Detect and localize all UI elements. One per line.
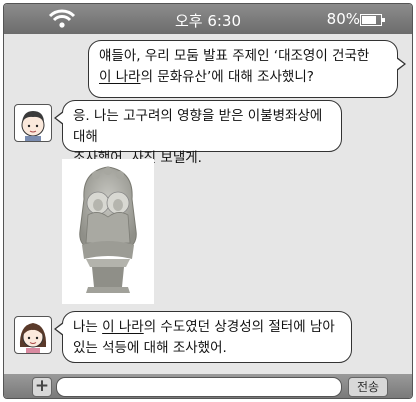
message-bubble-incoming: 응. 나는 고구려의 영향을 받은 이불병좌상에 대해 조사했어. 사진 보낼게… bbox=[54, 100, 342, 166]
underlined-term: 이 나라 bbox=[99, 69, 141, 85]
buddha-statue-photo[interactable] bbox=[62, 159, 154, 304]
phone-screen: 오후 6:30 80% 얘들아, 우리 모둠 발표 주제인 ‘대조영이 건국한 … bbox=[3, 3, 413, 399]
send-button[interactable]: 전송 bbox=[348, 377, 388, 397]
message-line: 응. 나는 고구려의 영향을 받은 이불병좌상에 대해 bbox=[73, 108, 323, 145]
plus-icon[interactable]: + bbox=[32, 377, 52, 397]
message-bubble-outgoing: 얘들아, 우리 모둠 발표 주제인 ‘대조영이 건국한 이 나라의 문화유산’에… bbox=[88, 40, 406, 98]
message-line: 이 나라의 문화유산’에 대해 조사했니? bbox=[99, 69, 314, 85]
message-input[interactable] bbox=[56, 377, 342, 397]
message-line: 있는 석등에 대해 조사했어. bbox=[73, 340, 227, 356]
chat-area: 얘들아, 우리 모둠 발표 주제인 ‘대조영이 건국한 이 나라의 문화유산’에… bbox=[4, 34, 412, 374]
underlined-term: 이 나라 bbox=[102, 319, 144, 335]
girl-avatar-icon[interactable] bbox=[14, 316, 52, 354]
message-bubble-incoming: 나는 이 나라의 수도였던 상경성의 절터에 남아 있는 석등에 대해 조사했어… bbox=[54, 311, 352, 363]
status-bar: 오후 6:30 80% bbox=[4, 4, 412, 34]
message-input-bar: + 전송 bbox=[4, 374, 412, 398]
battery-icon bbox=[360, 14, 385, 26]
battery-percent: 80% bbox=[326, 10, 360, 28]
boy-avatar-icon[interactable] bbox=[14, 104, 52, 142]
message-line: 얘들아, 우리 모둠 발표 주제인 ‘대조영이 건국한 bbox=[99, 48, 370, 64]
message-line: 나는 이 나라의 수도였던 상경성의 절터에 남아 bbox=[73, 319, 335, 335]
